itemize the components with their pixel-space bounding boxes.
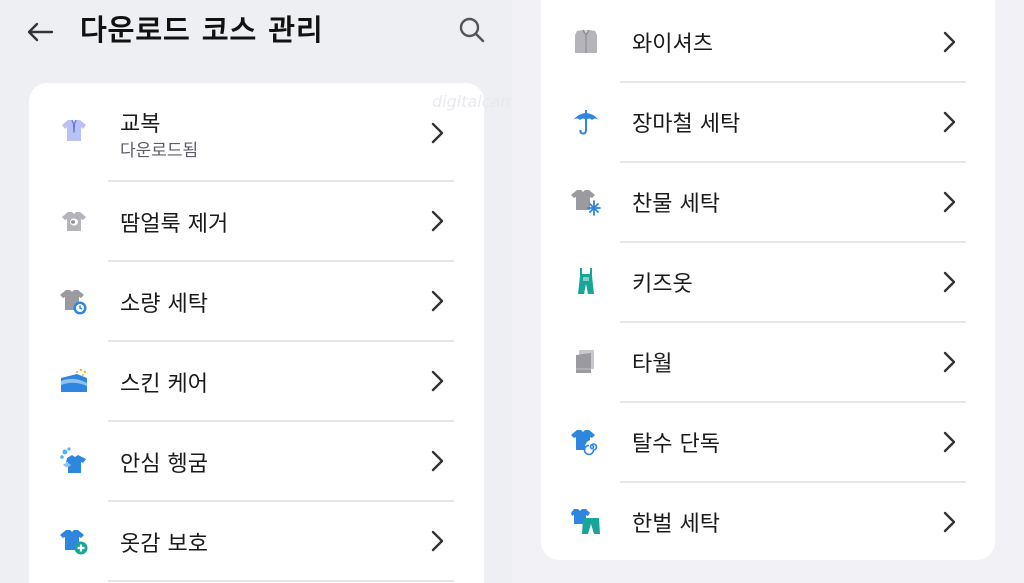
umbrella-icon xyxy=(571,106,601,136)
list-item-dress-shirt[interactable]: 와이셔츠 xyxy=(541,2,995,83)
one-set-icon xyxy=(571,506,601,536)
list-item-fabric-protect[interactable]: 옷감 보호 xyxy=(29,501,484,582)
list-item-rainy-season[interactable]: 장마철 세탁 xyxy=(541,82,995,163)
list-item-label: 교복 xyxy=(120,112,161,137)
skin-care-icon xyxy=(59,366,89,396)
chevron-right-icon xyxy=(939,430,959,454)
back-button[interactable] xyxy=(24,16,56,48)
list-item-towel[interactable]: 타월 xyxy=(541,322,995,403)
spin-only-icon xyxy=(571,426,601,456)
dress-shirt-icon xyxy=(571,26,601,56)
chevron-right-icon xyxy=(939,110,959,134)
search-icon xyxy=(459,17,485,43)
chevron-right-icon xyxy=(427,449,447,473)
list-item-label: 탈수 단독 xyxy=(632,432,720,457)
divider xyxy=(108,580,454,582)
list-item-skin-care[interactable]: 스킨 케어 xyxy=(29,341,484,422)
list-item-kids-clothes[interactable]: 키즈옷 xyxy=(541,242,995,323)
list-item-spin-only[interactable]: 탈수 단독 xyxy=(541,402,995,483)
chevron-right-icon xyxy=(939,190,959,214)
chevron-right-icon xyxy=(939,270,959,294)
chevron-right-icon xyxy=(427,121,447,145)
list-item-status: 다운로드됨 xyxy=(120,141,199,161)
safe-rinse-icon xyxy=(59,446,89,476)
chevron-right-icon xyxy=(427,289,447,313)
sweat-stain-icon xyxy=(59,206,89,236)
chevron-right-icon xyxy=(939,30,959,54)
school-uniform-icon xyxy=(59,115,89,145)
course-list-left: 교복 다운로드됨 땀얼룩 제거 소량 세탁 스킨 케어 안심 헹굼 옷감 보호 xyxy=(29,83,484,583)
screen: 다운로드 코스 관리 교복 다운로드됨 땀얼룩 제거 소량 세탁 스킨 케어 안… xyxy=(0,0,1024,583)
list-item-label: 찬물 세탁 xyxy=(632,192,720,217)
list-item-label: 옷감 보호 xyxy=(120,532,208,557)
arrow-left-icon xyxy=(27,22,54,42)
app-header: 다운로드 코스 관리 xyxy=(0,0,512,70)
chevron-right-icon xyxy=(939,510,959,534)
fabric-protect-icon xyxy=(59,526,89,556)
list-item-safe-rinse[interactable]: 안심 헹굼 xyxy=(29,421,484,502)
chevron-right-icon xyxy=(427,369,447,393)
chevron-right-icon xyxy=(427,209,447,233)
list-item-label: 스킨 케어 xyxy=(120,372,208,397)
small-load-icon xyxy=(59,286,89,316)
search-button[interactable] xyxy=(456,14,488,46)
list-item-sweat-stain[interactable]: 땀얼룩 제거 xyxy=(29,181,484,262)
list-item-cold-water[interactable]: 찬물 세탁 xyxy=(541,162,995,243)
page-title: 다운로드 코스 관리 xyxy=(80,13,324,47)
chevron-right-icon xyxy=(939,350,959,374)
list-item-small-load[interactable]: 소량 세탁 xyxy=(29,261,484,342)
list-item-one-set[interactable]: 한벌 세탁 xyxy=(541,482,995,560)
list-item-school-uniform[interactable]: 교복 다운로드됨 xyxy=(29,83,484,182)
cold-water-icon xyxy=(571,186,601,216)
list-item-label: 땀얼룩 제거 xyxy=(120,212,229,237)
list-item-label: 소량 세탁 xyxy=(120,292,208,317)
list-item-label: 키즈옷 xyxy=(632,272,693,297)
kids-clothes-icon xyxy=(571,266,601,296)
course-list-right: 와이셔츠 장마철 세탁 찬물 세탁 키즈옷 타월 탈수 단독 한벌 세탁 xyxy=(541,0,995,560)
chevron-right-icon xyxy=(427,529,447,553)
list-item-label: 타월 xyxy=(632,352,673,377)
list-item-label: 한벌 세탁 xyxy=(632,512,720,537)
towel-icon xyxy=(571,346,601,376)
list-item-label: 장마철 세탁 xyxy=(632,112,741,137)
right-margin xyxy=(995,0,1024,583)
left-panel: 다운로드 코스 관리 교복 다운로드됨 땀얼룩 제거 소량 세탁 스킨 케어 안… xyxy=(0,0,526,583)
list-item-label: 안심 헹굼 xyxy=(120,452,208,477)
list-item-label: 와이셔츠 xyxy=(632,32,713,57)
